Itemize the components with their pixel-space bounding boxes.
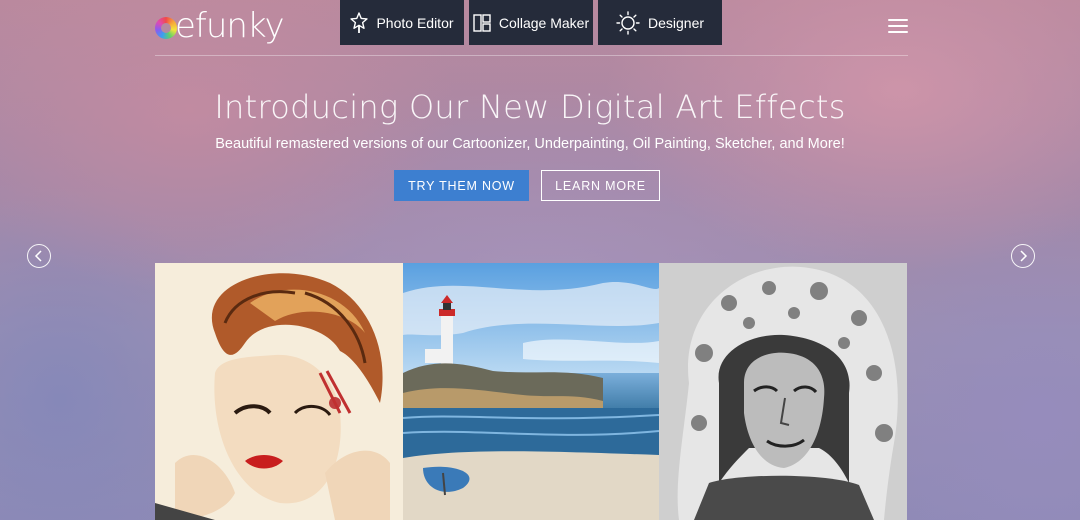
carousel-next-button[interactable] [1011,244,1035,268]
star-wand-icon [350,11,369,33]
sketch-portrait-image [659,263,907,520]
hero-headline: Introducing Our New Digital Art Effects [214,88,846,126]
menu-bar-top [888,19,908,21]
chevron-left-circle-icon [34,250,42,262]
collage-grid-icon [473,13,491,32]
photo-editor-button[interactable]: Photo Editor [340,0,464,45]
designer-label: Designer [647,14,705,31]
hamburger-menu-icon[interactable] [888,18,908,34]
cartoonizer-portrait-image [155,263,403,520]
hero-subline: Beautiful remastered versions of our Car… [215,136,845,152]
product-nav: Photo Editor Collage Maker Designer [340,0,722,45]
sketch-portrait-illustration [659,263,907,520]
hero-section: efunky Photo Editor Collage Maker Design… [0,0,1080,520]
carousel-prev-button[interactable] [27,244,51,268]
designer-button[interactable]: Designer [598,0,722,45]
chevron-right-circle-icon [1020,250,1028,262]
sun-bulb-icon [616,10,640,35]
site-header: efunky Photo Editor Collage Maker Design… [155,0,908,56]
learn-more-button[interactable]: LEARN MORE [541,170,660,201]
lighthouse-illustration [403,263,659,520]
menu-bar-bottom [888,31,908,33]
try-them-now-button[interactable]: TRY THEM NOW [394,170,529,201]
befunky-logo[interactable]: efunky [155,6,285,46]
collage-maker-label: Collage Maker [498,14,590,31]
photo-editor-label: Photo Editor [376,14,454,31]
lighthouse-painting-image [403,263,659,520]
carousel-images [155,263,907,520]
collage-maker-button[interactable]: Collage Maker [469,0,593,45]
cartoon-portrait-illustration [155,263,403,520]
logo-text: efunky [175,6,285,46]
logo-color-ring-icon [155,17,177,39]
menu-bar-middle [888,25,908,27]
